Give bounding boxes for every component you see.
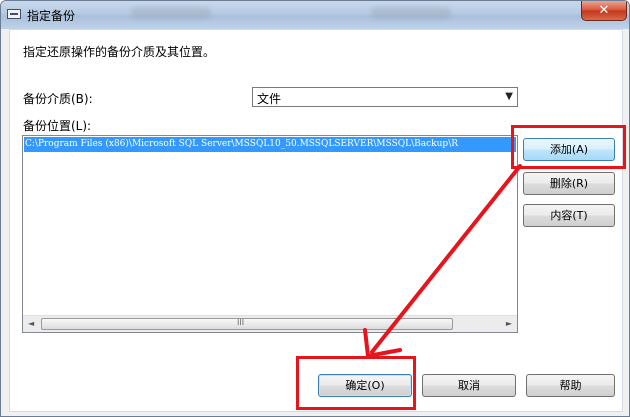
annotation-arrow <box>363 164 522 358</box>
arrow-shaft <box>370 164 522 354</box>
